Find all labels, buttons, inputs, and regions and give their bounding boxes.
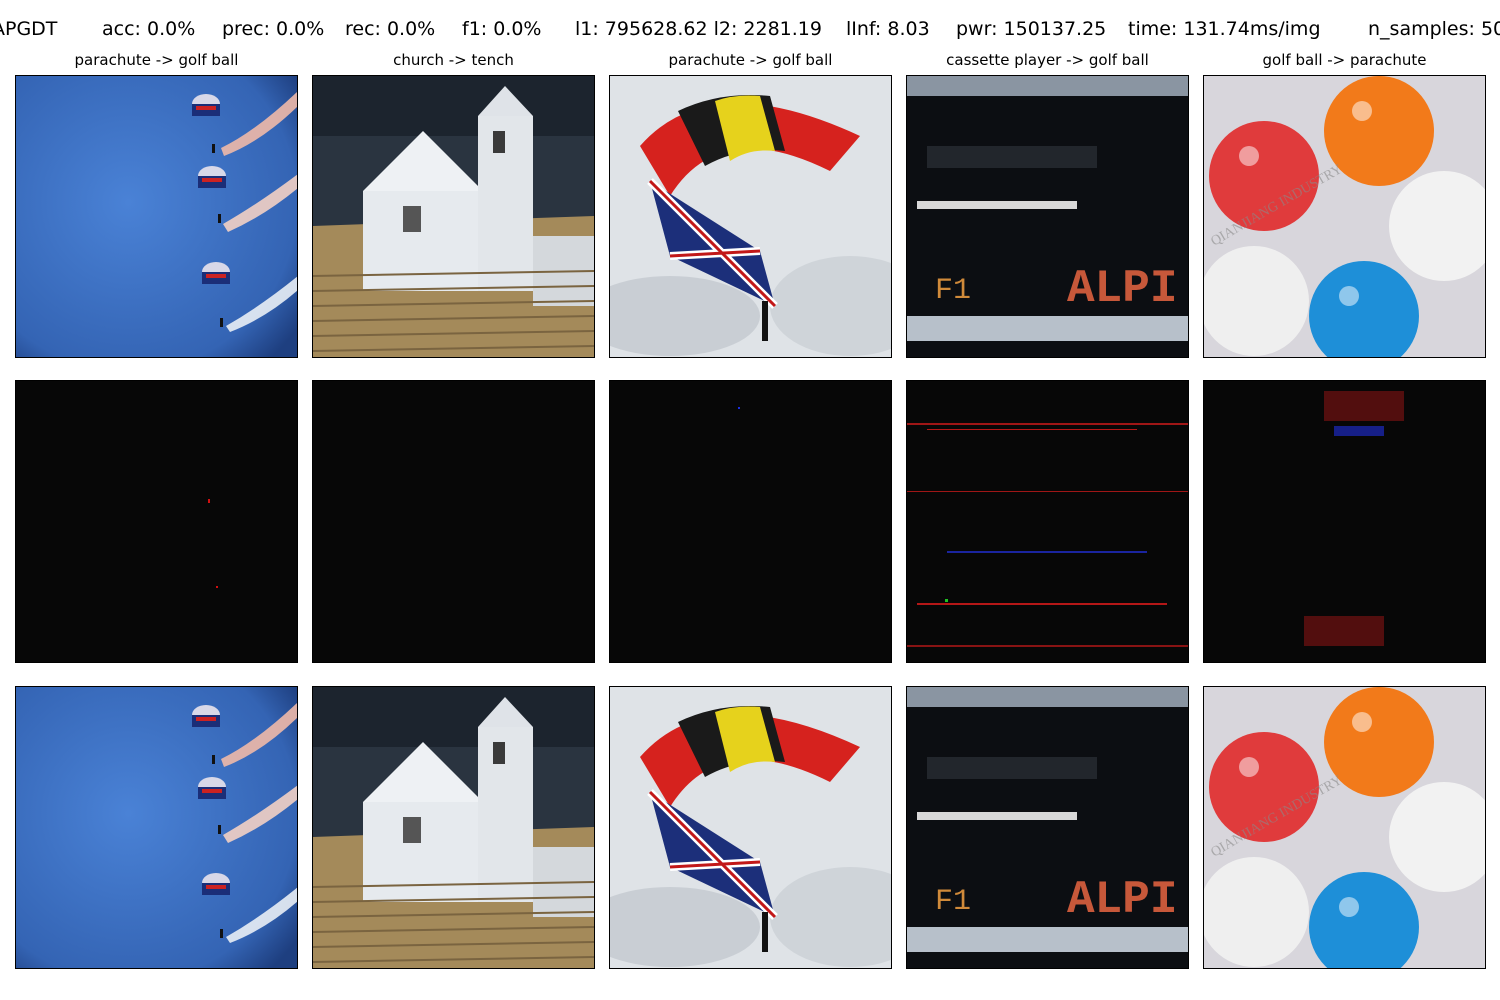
- metrics-header: APGDT acc: 0.0% prec: 0.0% rec: 0.0% f1:…: [0, 14, 1500, 44]
- f1-value: f1: 0.0%: [462, 18, 542, 40]
- original-image-flag-parachute: [609, 75, 892, 358]
- original-image-church: [312, 75, 595, 358]
- original-image-cassette-display: ALPI F1: [906, 75, 1189, 358]
- display-text-alpi: ALPI: [1067, 874, 1177, 926]
- precision-value: prec: 0.0%: [222, 18, 325, 40]
- perturbation-image-church: [312, 380, 595, 663]
- original-image-parachute-sky: [15, 75, 298, 358]
- perturbation-image-flag-parachute: [609, 380, 892, 663]
- display-text-f1: F1: [935, 885, 971, 919]
- adversarial-image-golf-balls: QIANJIANG INDUSTRY: [1203, 686, 1486, 969]
- method-name: APGDT: [0, 18, 58, 40]
- time-value: time: 131.74ms/img: [1128, 18, 1321, 40]
- column-title-5: golf ball -> parachute: [1262, 51, 1427, 69]
- column-title-2: church -> tench: [393, 51, 514, 69]
- column-title-1: parachute -> golf ball: [74, 51, 239, 69]
- display-text-f1: F1: [935, 274, 971, 308]
- original-image-golf-balls: QIANJIANG INDUSTRY: [1203, 75, 1486, 358]
- adversarial-image-cassette-display: ALPI F1: [906, 686, 1189, 969]
- power-value: pwr: 150137.25: [956, 18, 1107, 40]
- perturbation-image-golf-balls: [1203, 380, 1486, 663]
- accuracy-value: acc: 0.0%: [102, 18, 196, 40]
- adversarial-image-flag-parachute: [609, 686, 892, 969]
- adversarial-image-parachute-sky: [15, 686, 298, 969]
- display-text-alpi: ALPI: [1067, 263, 1177, 315]
- l1-l2-value: l1: 795628.62 l2: 2281.19: [575, 18, 822, 40]
- linf-value: lInf: 8.03: [846, 18, 930, 40]
- column-title-4: cassette player -> golf ball: [946, 51, 1149, 69]
- perturbation-image-cassette-display: [906, 380, 1189, 663]
- adversarial-image-church: [312, 686, 595, 969]
- perturbation-image-parachute-sky: [15, 380, 298, 663]
- n-samples-value: n_samples: 50: [1368, 18, 1500, 40]
- recall-value: rec: 0.0%: [345, 18, 436, 40]
- column-title-3: parachute -> golf ball: [668, 51, 833, 69]
